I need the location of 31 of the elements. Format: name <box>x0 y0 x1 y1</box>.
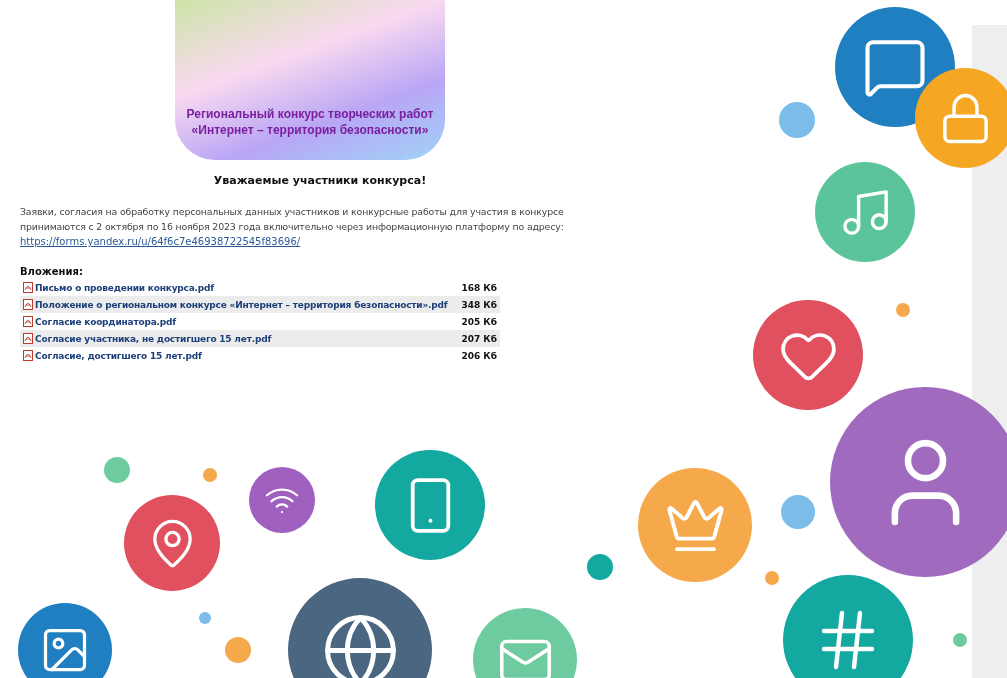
file-size: 206 Кб <box>461 350 497 361</box>
pdf-icon <box>23 282 33 293</box>
decor-dot <box>953 633 967 647</box>
file-size: 207 Кб <box>461 333 497 344</box>
greeting-heading: Уважаемые участники конкурса! <box>212 174 428 187</box>
decor-dot <box>225 637 251 663</box>
attachment-link[interactable]: Согласие участника, не достигшего 15 лет.pdf <box>35 333 462 344</box>
pdf-icon <box>23 333 33 344</box>
pdf-icon <box>23 350 33 361</box>
attachments-title: Вложения: <box>20 266 84 277</box>
attachment-link[interactable]: Письмо о проведении конкурса.pdf <box>35 282 462 293</box>
banner-title: Региональный конкурс творческих работ <box>186 106 434 122</box>
decor-dot <box>587 554 613 580</box>
decor-dot <box>199 612 211 624</box>
attachment-link[interactable]: Согласие координатора.pdf <box>35 316 462 327</box>
form-link[interactable]: https://forms.yandex.ru/u/64f6c7e46938722545f83696/ <box>20 234 301 249</box>
decor-dot <box>203 468 217 482</box>
banner-title: «Интернет – территория безопасности» <box>191 122 429 138</box>
decor-dot <box>104 457 130 483</box>
attachment-link[interactable]: Согласие, достигшего 15 лет.pdf <box>35 350 462 361</box>
pdf-icon <box>23 299 33 310</box>
decor-dot <box>765 571 779 585</box>
file-size: 205 Кб <box>461 316 497 327</box>
file-size: 168 Кб <box>461 282 497 293</box>
pdf-icon <box>23 316 33 327</box>
decor-dot <box>896 303 910 317</box>
decor-dot <box>781 495 815 529</box>
notice-text: Заявки, согласия на обработку персональных данных участников и конкурсные работы для участия в конкурсе принимаются с 2 октября по 16 ноября 2023 года включительно через информационную платформу по адресу: <box>20 205 565 234</box>
decor-dot <box>779 102 815 138</box>
attachment-link[interactable]: Положение о региональном конкурсе «Интернет – территория безопасности».pdf <box>35 299 462 310</box>
file-size: 348 Кб <box>461 299 497 310</box>
